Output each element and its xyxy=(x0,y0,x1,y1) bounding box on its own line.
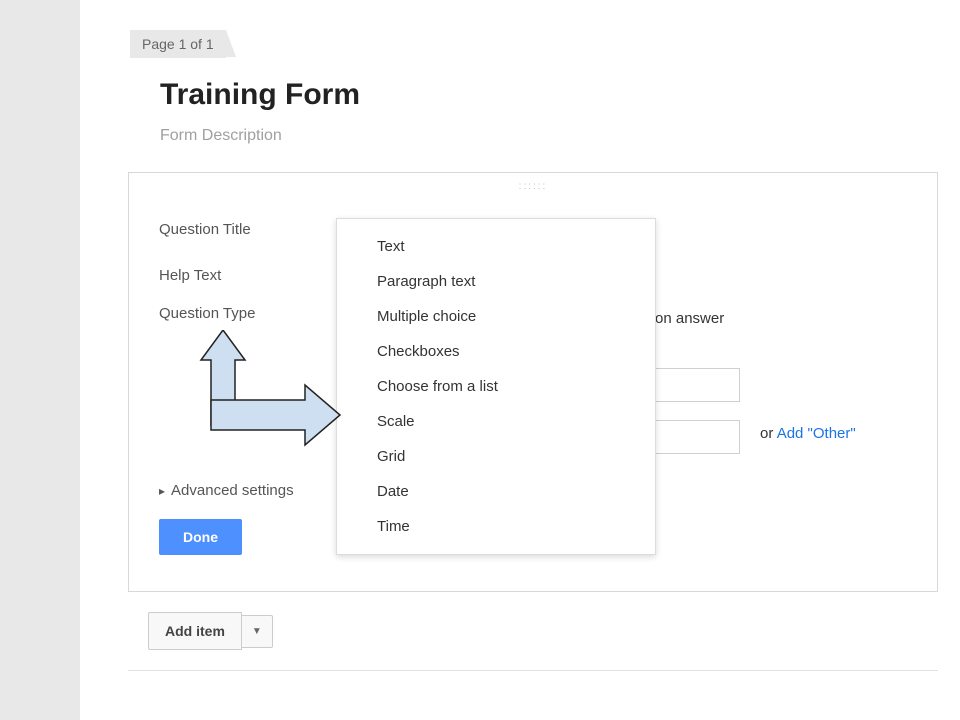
goto-page-hint: on answer xyxy=(655,310,724,327)
add-other-text: or Add "Other" xyxy=(760,425,856,442)
add-other-link[interactable]: Add "Other" xyxy=(777,425,856,442)
dropdown-item-checkboxes[interactable]: Checkboxes xyxy=(337,334,655,369)
form-builder-area: Page 1 of 1 Training Form Form Descripti… xyxy=(130,30,920,155)
help-text-label: Help Text xyxy=(159,267,339,284)
dropdown-item-grid[interactable]: Grid xyxy=(337,439,655,474)
question-type-label: Question Type xyxy=(159,305,339,322)
dropdown-item-multiple-choice[interactable]: Multiple choice xyxy=(337,299,655,334)
add-item-button[interactable]: Add item xyxy=(148,612,242,650)
drag-handle-icon[interactable]: :::::: xyxy=(519,181,548,192)
form-header: Training Form Form Description xyxy=(130,58,920,155)
page-tab[interactable]: Page 1 of 1 xyxy=(130,30,226,58)
add-item-row: Add item ▼ xyxy=(148,612,273,650)
left-gray-column xyxy=(0,0,80,720)
dropdown-item-paragraph[interactable]: Paragraph text xyxy=(337,264,655,299)
question-title-label: Question Title xyxy=(159,221,339,238)
dropdown-item-scale[interactable]: Scale xyxy=(337,404,655,439)
question-type-dropdown: Text Paragraph text Multiple choice Chec… xyxy=(336,218,656,555)
dropdown-item-date[interactable]: Date xyxy=(337,474,655,509)
done-button[interactable]: Done xyxy=(159,519,242,555)
add-item-dropdown-toggle[interactable]: ▼ xyxy=(242,615,273,648)
dropdown-item-time[interactable]: Time xyxy=(337,509,655,544)
dropdown-item-text[interactable]: Text xyxy=(337,229,655,264)
chevron-down-icon: ▼ xyxy=(252,626,262,637)
add-other-prefix: or xyxy=(760,425,777,442)
dropdown-item-choose-list[interactable]: Choose from a list xyxy=(337,369,655,404)
bottom-divider xyxy=(128,670,938,671)
form-description[interactable]: Form Description xyxy=(160,127,890,145)
form-title[interactable]: Training Form xyxy=(160,78,890,112)
